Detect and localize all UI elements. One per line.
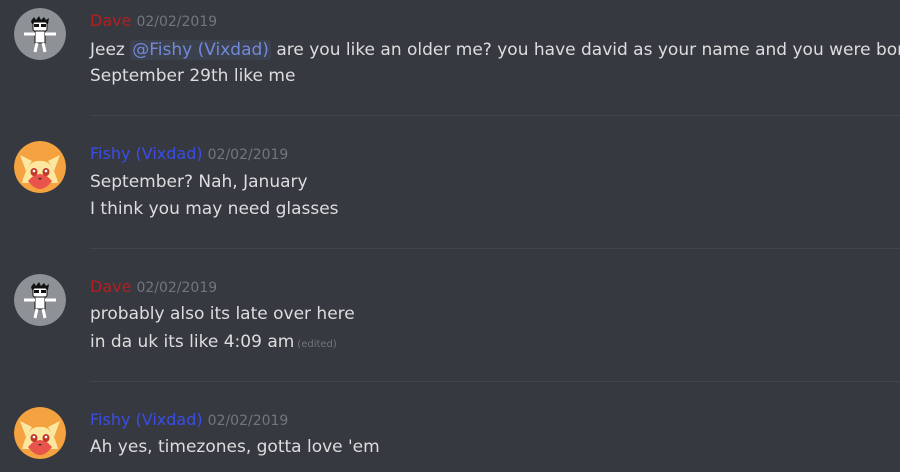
message-divider — [90, 115, 900, 116]
message-line: probably also its late over here — [90, 304, 355, 324]
timestamp: 02/02/2019 — [207, 147, 289, 163]
username[interactable]: Fishy (Vixdad) — [90, 410, 203, 429]
message-divider — [90, 248, 900, 249]
message-header: Fishy (Vixdad) 02/02/2019 — [90, 410, 288, 432]
dave-avatar[interactable] — [14, 8, 66, 60]
fishy-avatar[interactable] — [14, 141, 66, 193]
message-line: September 29th like me — [90, 66, 296, 86]
timestamp: 02/02/2019 — [136, 14, 218, 30]
username[interactable]: Dave — [90, 11, 131, 30]
chat-messages: Dave 02/02/2019 Jeez @Fishy (Vixdad) are … — [0, 0, 900, 472]
message-divider — [90, 381, 900, 382]
fox-avatar-icon — [14, 141, 66, 193]
username[interactable]: Fishy (Vixdad) — [90, 144, 203, 163]
message-header: Fishy (Vixdad) 02/02/2019 — [90, 144, 288, 166]
message-line: in da uk its like 4:09 am (edited) — [90, 329, 337, 358]
stick-figure-avatar-icon — [14, 8, 66, 60]
message-header: Dave 02/02/2019 — [90, 277, 217, 299]
message-text: are you like an older me? you have david… — [270, 40, 900, 60]
user-mention[interactable]: @Fishy (Vixdad) — [130, 40, 271, 60]
message-line: Ah yes, timezones, gotta love 'em — [90, 437, 380, 457]
fox-avatar-icon — [14, 407, 66, 459]
stick-figure-avatar-icon — [14, 274, 66, 326]
message-text: in da uk its like 4:09 am — [90, 332, 295, 352]
timestamp: 02/02/2019 — [207, 413, 289, 429]
message-text: Jeez — [90, 40, 131, 60]
message-line: September? Nah, January — [90, 172, 308, 192]
dave-avatar[interactable] — [14, 274, 66, 326]
fishy-avatar[interactable] — [14, 407, 66, 459]
username[interactable]: Dave — [90, 277, 131, 296]
message-line: I think you may need glasses — [90, 199, 339, 219]
message-header: Dave 02/02/2019 — [90, 11, 217, 33]
message-line: Jeez @Fishy (Vixdad) are you like an old… — [90, 37, 900, 63]
edited-label: (edited) — [297, 339, 337, 350]
timestamp: 02/02/2019 — [136, 280, 218, 296]
